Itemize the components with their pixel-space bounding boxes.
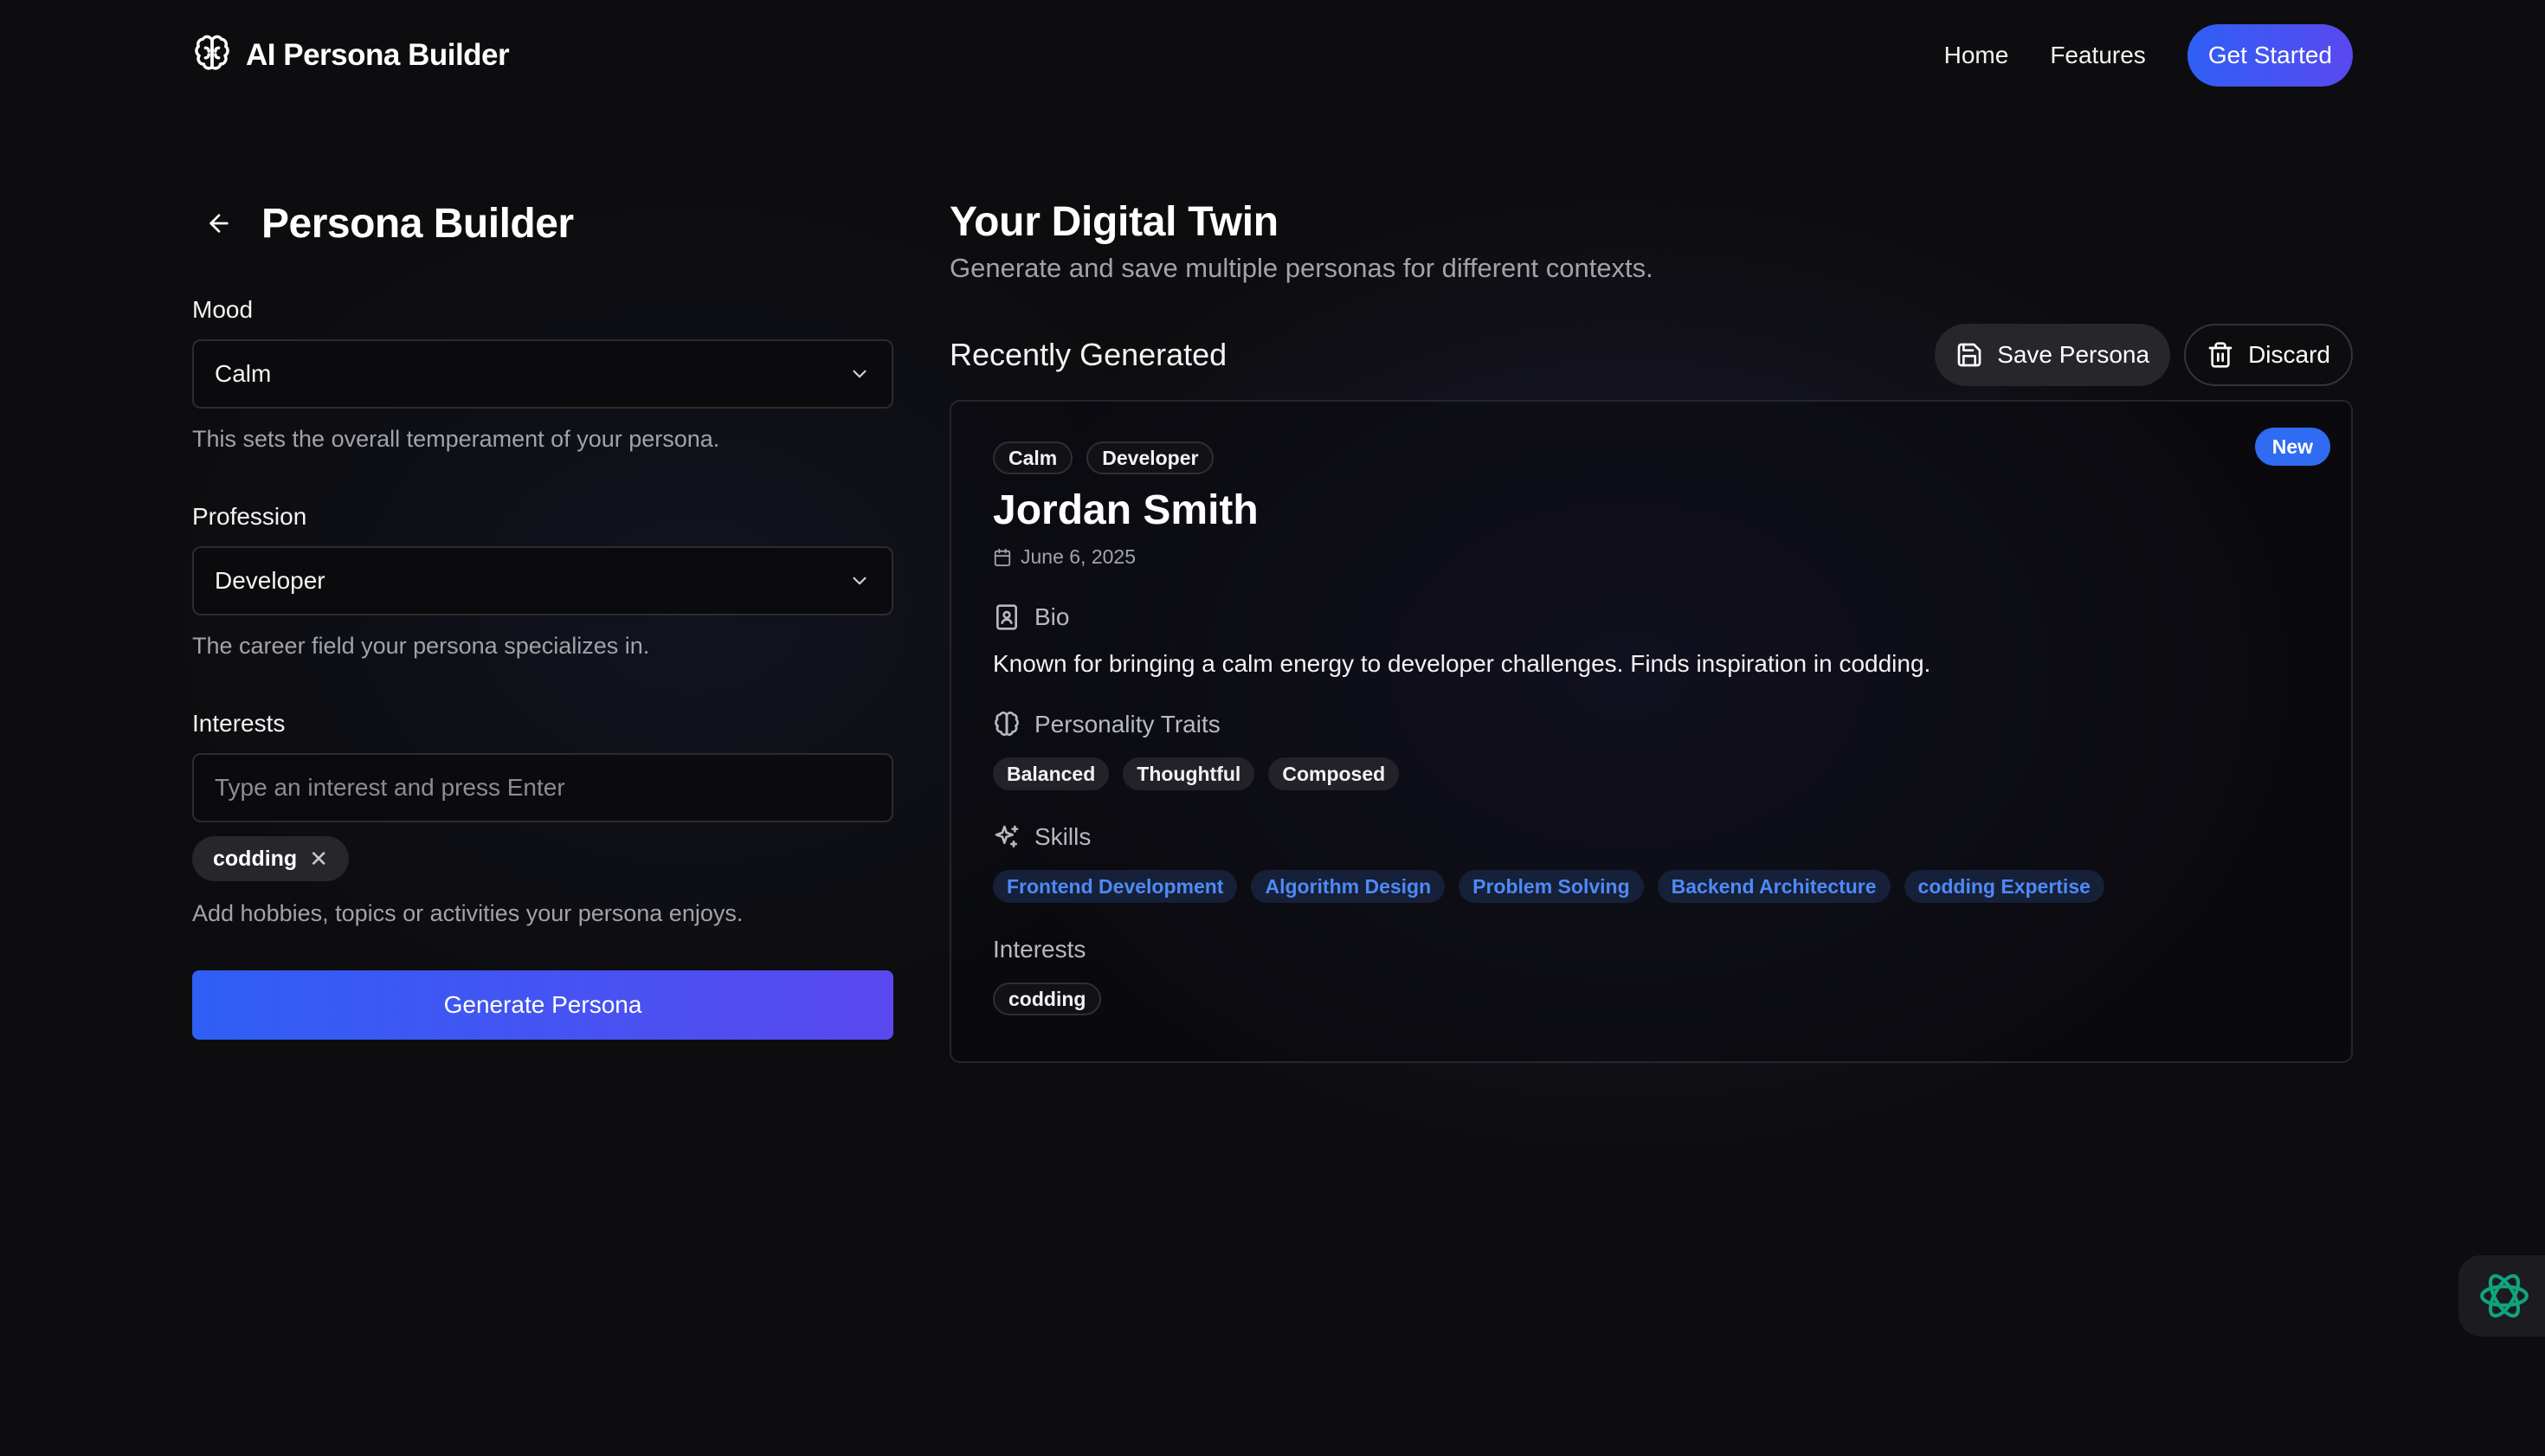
- skill-tag: Algorithm Design: [1251, 870, 1446, 903]
- interests-section-header: Interests: [993, 936, 2310, 963]
- profession-label: Profession: [192, 503, 307, 530]
- trait-tag: Balanced: [993, 757, 1110, 790]
- sparkles-icon: [995, 825, 1019, 847]
- interests-field: Interests codding ✕ Add hobbies, topics …: [192, 710, 893, 927]
- interest-chip-label: codding: [213, 846, 298, 871]
- brand[interactable]: AI Persona Builder: [192, 34, 510, 78]
- digital-twin-panel: Your Digital Twin Generate and save mult…: [950, 196, 2353, 1063]
- floppy-disk-icon: [1957, 343, 1981, 367]
- discard-label: Discard: [2248, 341, 2330, 368]
- profession-select[interactable]: Developer: [192, 546, 893, 615]
- persona-tag: Developer: [1086, 441, 1215, 474]
- remove-chip-icon[interactable]: ✕: [309, 846, 328, 873]
- interests-list: codding: [993, 982, 2310, 1015]
- skills-section-header: Skills: [993, 823, 2310, 851]
- persona-name: Jordan Smith: [993, 487, 1259, 533]
- save-persona-button[interactable]: Save Persona: [1935, 324, 2171, 386]
- skill-tag: Frontend Development: [993, 870, 1238, 903]
- trait-tag: Composed: [1268, 757, 1400, 790]
- trait-tag: Thoughtful: [1123, 757, 1255, 790]
- recent-title: Recently Generated: [950, 337, 1227, 372]
- back-button[interactable]: [197, 202, 241, 245]
- twin-title: Your Digital Twin: [950, 199, 1279, 245]
- mood-label: Mood: [192, 296, 254, 323]
- interest-tag: codding: [993, 982, 1102, 1015]
- calendar-icon: [994, 548, 1011, 566]
- get-started-button[interactable]: Get Started: [2187, 24, 2353, 87]
- nav-features-link[interactable]: Features: [2050, 42, 2146, 69]
- interest-chips: codding ✕: [192, 836, 893, 881]
- generate-persona-button[interactable]: Generate Persona: [192, 970, 893, 1040]
- brain-icon: [995, 712, 1019, 737]
- profession-help: The career field your persona specialize…: [192, 633, 650, 659]
- skill-tag: codding Expertise: [1904, 870, 2104, 903]
- twin-subtitle: Generate and save multiple personas for …: [950, 253, 1653, 283]
- mood-select[interactable]: Calm: [192, 339, 893, 409]
- bio-section-header: Bio: [993, 603, 2310, 631]
- arrow-left-icon: [209, 214, 229, 233]
- brain-icon: [192, 34, 232, 78]
- skill-tag: Backend Architecture: [1657, 870, 1891, 903]
- persona-date: June 6, 2025: [993, 545, 2310, 569]
- skills-list: Frontend Development Algorithm Design Pr…: [993, 870, 2310, 903]
- builder-title-row: Persona Builder: [192, 196, 893, 251]
- discard-button[interactable]: Discard: [2184, 324, 2353, 386]
- persona-tag: Calm: [993, 441, 1073, 474]
- recent-header: Recently Generated Save Persona Discard: [950, 324, 2353, 386]
- bio-text: Known for bringing a calm energy to deve…: [993, 650, 1931, 677]
- traits-list: Balanced Thoughtful Composed: [993, 757, 2310, 790]
- assistant-launcher[interactable]: [2458, 1255, 2545, 1337]
- top-nav: AI Persona Builder Home Features Get Sta…: [192, 24, 2353, 87]
- interests-input[interactable]: [192, 753, 893, 822]
- save-persona-label: Save Persona: [1997, 341, 2150, 368]
- chevron-down-icon: [853, 370, 867, 378]
- interests-label: Interests: [192, 710, 286, 737]
- profession-select-value: Developer: [215, 567, 325, 594]
- skills-label: Skills: [1034, 823, 1092, 850]
- persona-actions: Save Persona Discard: [1935, 324, 2353, 386]
- persona-builder-form: Persona Builder Mood Calm This sets the …: [192, 196, 893, 1040]
- mood-select-value: Calm: [215, 360, 272, 387]
- nav-links: Home Features Get Started: [1944, 24, 2353, 87]
- page-title: Persona Builder: [261, 200, 574, 247]
- interests-section-label: Interests: [993, 936, 1086, 963]
- traits-label: Personality Traits: [1034, 711, 1221, 738]
- trash-icon: [2208, 342, 2233, 368]
- nav-home-link[interactable]: Home: [1944, 42, 2009, 69]
- persona-card: New Calm Developer Jordan Smith June 6, …: [950, 400, 2353, 1063]
- bio-label: Bio: [1034, 603, 1070, 630]
- persona-tags: Calm Developer: [993, 441, 2310, 474]
- interest-chip: codding ✕: [192, 836, 350, 881]
- mood-help: This sets the overall temperament of you…: [192, 426, 720, 452]
- mood-field: Mood Calm This sets the overall temperam…: [192, 296, 893, 453]
- skill-tag: Problem Solving: [1459, 870, 1644, 903]
- profession-field: Profession Developer The career field yo…: [192, 503, 893, 660]
- interests-help: Add hobbies, topics or activities your p…: [192, 900, 744, 926]
- chevron-down-icon: [853, 577, 867, 585]
- brand-name: AI Persona Builder: [246, 38, 510, 72]
- persona-date-text: June 6, 2025: [1021, 545, 1137, 568]
- new-badge: New: [2254, 428, 2330, 466]
- openai-logo-icon: [2480, 1273, 2529, 1318]
- traits-section-header: Personality Traits: [993, 711, 2310, 738]
- contact-book-icon: [996, 604, 1017, 630]
